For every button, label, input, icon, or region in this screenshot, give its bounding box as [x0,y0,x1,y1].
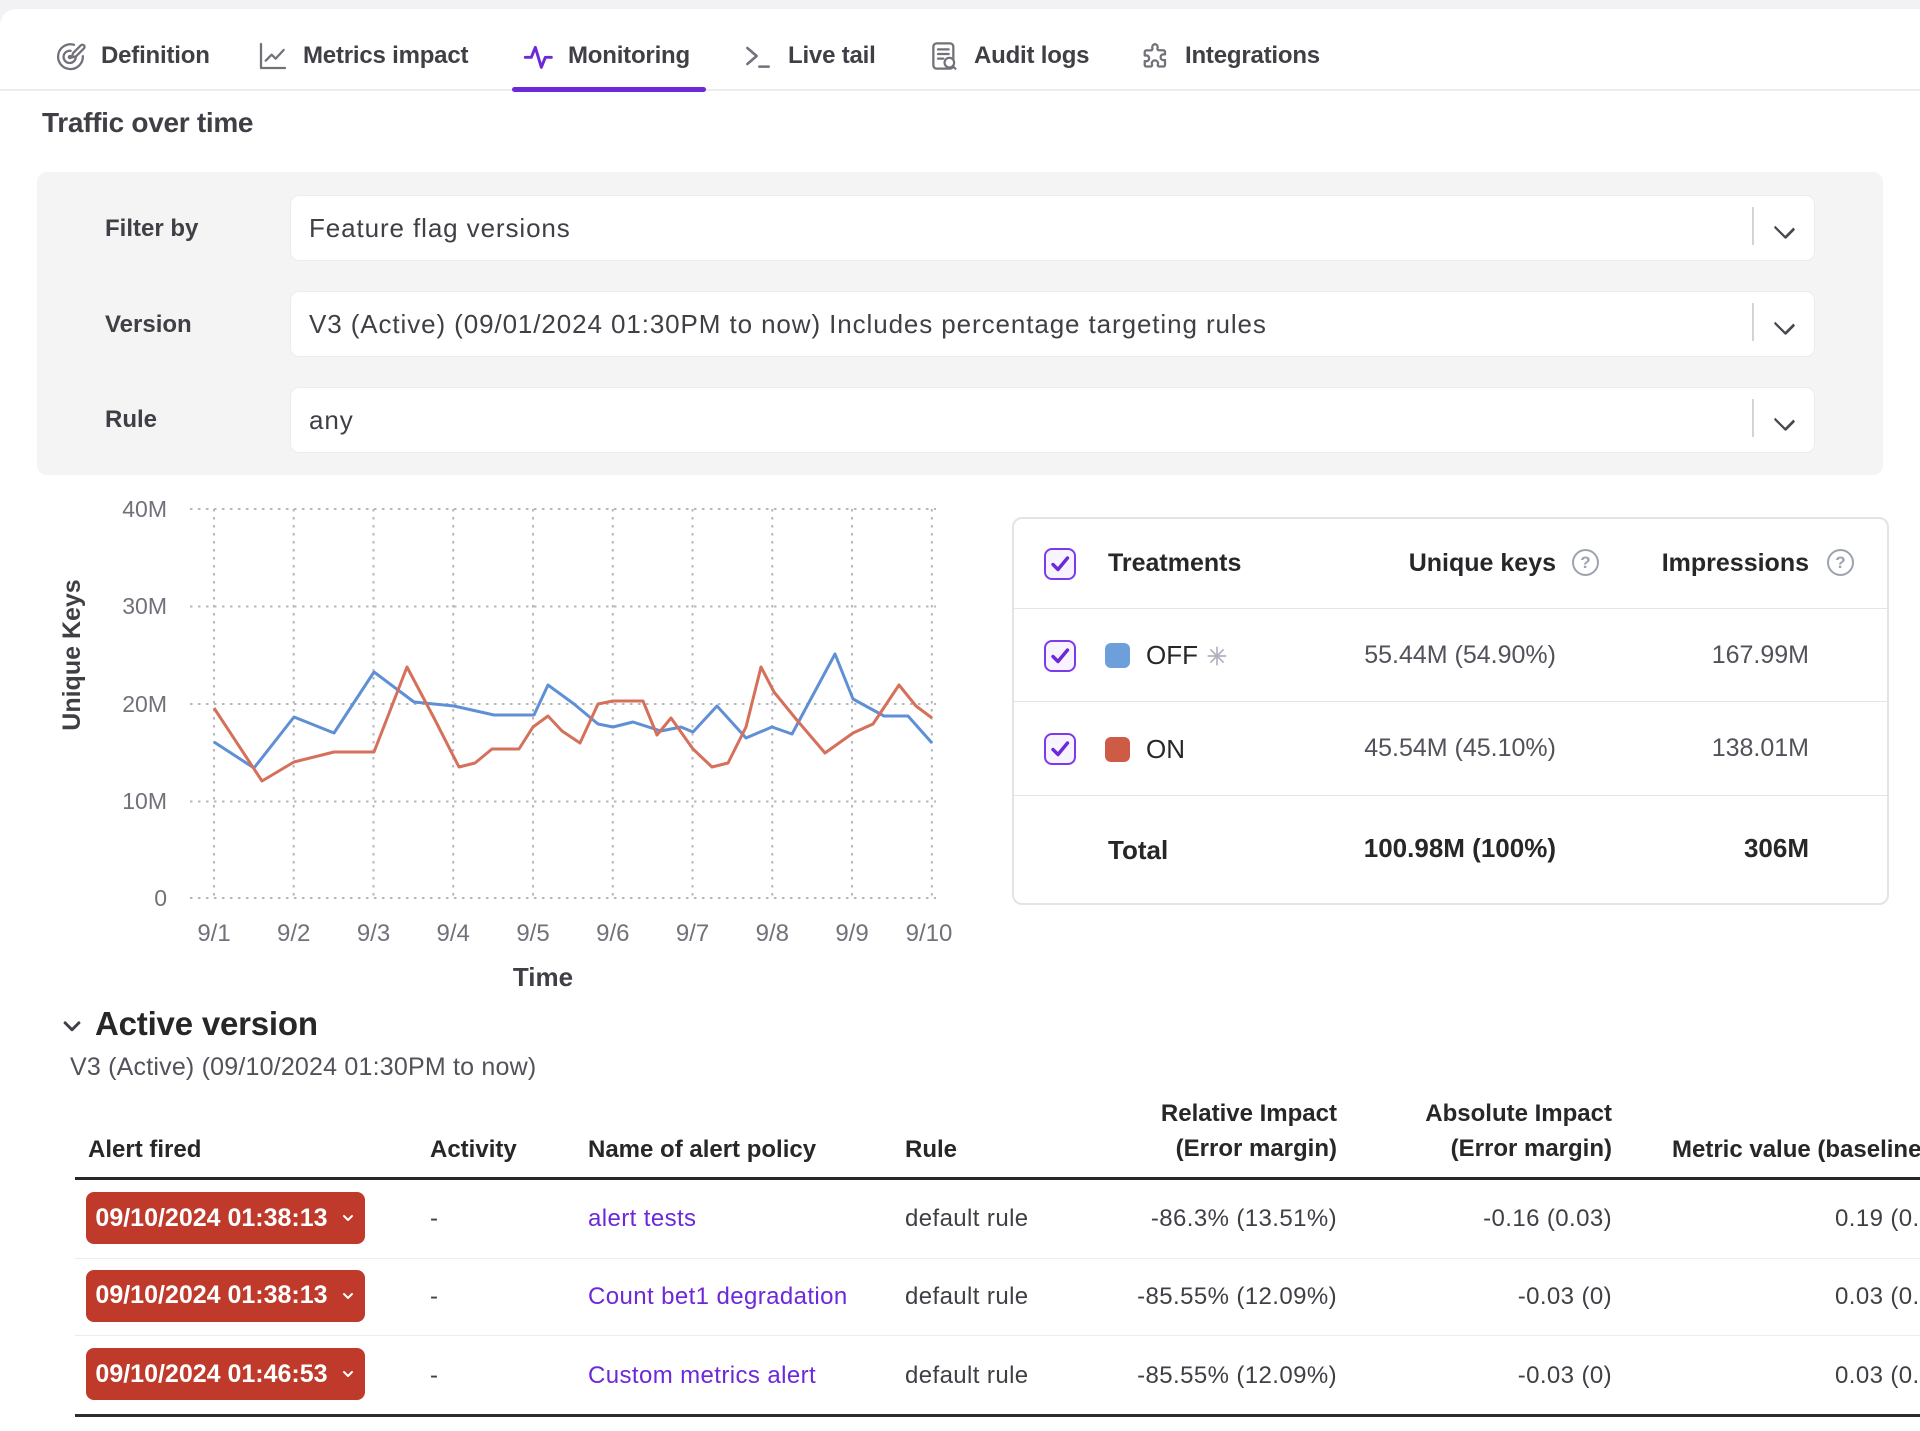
svg-text:9/9: 9/9 [835,920,868,947]
svg-text:40M: 40M [122,496,167,522]
svg-text:10M: 10M [122,788,167,814]
svg-text:9/6: 9/6 [596,920,629,947]
svg-text:9/7: 9/7 [676,920,709,947]
svg-text:9/2: 9/2 [277,920,310,947]
svg-text:20M: 20M [122,691,167,717]
svg-text:0: 0 [154,885,167,911]
svg-text:9/3: 9/3 [357,920,390,947]
svg-text:9/8: 9/8 [756,920,789,947]
svg-text:9/4: 9/4 [437,920,470,947]
svg-text:Time: Time [513,962,573,992]
svg-text:9/5: 9/5 [516,920,549,947]
svg-text:30M: 30M [122,593,167,619]
svg-text:Unique Keys: Unique Keys [58,579,86,730]
svg-text:9/1: 9/1 [197,920,230,947]
svg-text:9/10: 9/10 [906,920,953,947]
